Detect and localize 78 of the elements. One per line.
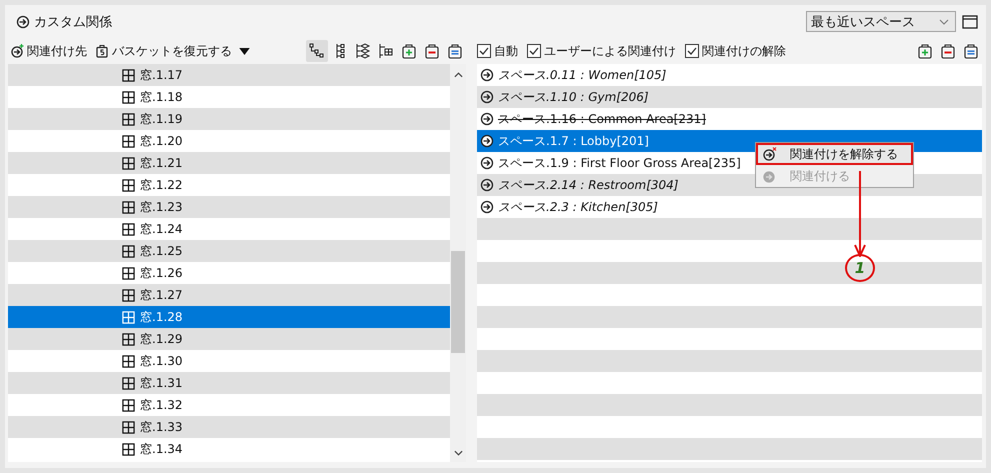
window-icon — [122, 244, 135, 258]
window-row[interactable]: 窓.1.34 — [8, 438, 450, 460]
restore-basket-button[interactable]: バスケットを復元する — [93, 42, 252, 60]
basket-restore-icon — [95, 44, 109, 58]
window-row[interactable]: 窓.1.17 — [8, 64, 450, 86]
basket-icon — [401, 43, 417, 59]
basket-icon — [917, 43, 933, 59]
window-icon — [122, 134, 135, 148]
link-icon — [480, 112, 494, 126]
checkmark-icon — [528, 45, 540, 57]
window-icon — [122, 354, 135, 368]
window-row[interactable]: 窓.1.18 — [8, 86, 450, 108]
checkbox[interactable] — [477, 44, 491, 58]
link-icon — [480, 178, 494, 192]
window-icon — [122, 332, 135, 346]
basket-icon — [963, 43, 979, 59]
link-icon — [480, 134, 494, 148]
window-icon — [122, 266, 135, 280]
window-icon — [122, 90, 135, 104]
filter-checkbox[interactable]: 関連付けの解除 — [685, 42, 786, 60]
window-row[interactable]: 窓.1.31 — [8, 372, 450, 394]
window-icon — [122, 420, 135, 434]
window-row[interactable]: 窓.1.25 — [8, 240, 450, 262]
scroll-thumb[interactable] — [451, 251, 465, 353]
window-row[interactable]: 窓.1.28 — [8, 306, 450, 328]
associate-to-button[interactable]: 関連付け先 — [8, 42, 89, 60]
checkbox[interactable] — [527, 44, 541, 58]
window-row[interactable]: 窓.1.19 — [8, 108, 450, 130]
scroll-down-icon[interactable] — [454, 450, 462, 456]
window-icon — [122, 376, 135, 390]
window-row[interactable]: 窓.1.26 — [8, 262, 450, 284]
window-icon[interactable] — [962, 14, 978, 30]
caret-icon — [239, 48, 250, 54]
filter-checkbox[interactable]: 自動 — [477, 42, 518, 60]
link-icon — [762, 147, 778, 161]
window-icon — [122, 112, 135, 126]
window-icon — [122, 442, 135, 456]
window-icon — [122, 398, 135, 412]
scroll-up-icon[interactable] — [454, 72, 462, 78]
callout-number: 1 — [845, 254, 875, 282]
link-icon — [480, 156, 494, 170]
link-icon — [480, 90, 494, 104]
window-row[interactable]: 窓.1.30 — [8, 350, 450, 372]
link-icon — [480, 68, 494, 82]
window-icon — [122, 310, 135, 324]
window-row[interactable]: 窓.1.24 — [8, 218, 450, 240]
chevron-down-icon — [939, 18, 949, 24]
window-icon — [122, 222, 135, 236]
checkmark-icon — [686, 45, 698, 57]
window-icon — [122, 178, 135, 192]
link-icon — [480, 200, 494, 214]
link-add-icon — [10, 44, 24, 58]
filter-checkbox[interactable]: ユーザーによる関連付け — [527, 42, 676, 60]
window-row[interactable]: 窓.1.29 — [8, 328, 450, 350]
basket-icon — [940, 43, 956, 59]
window-icon — [122, 156, 135, 170]
link-icon — [16, 14, 30, 28]
window-icon — [122, 200, 135, 214]
layers-icon — [355, 43, 371, 59]
scope-dropdown[interactable]: 最も近いスペース — [806, 11, 956, 32]
window-icon — [122, 288, 135, 302]
hierarchy-icon — [378, 43, 394, 59]
checkmark-icon — [478, 45, 490, 57]
basket-icon — [447, 43, 463, 59]
window-row[interactable]: 窓.1.21 — [8, 152, 450, 174]
checkbox[interactable] — [685, 44, 699, 58]
window-row[interactable]: 窓.1.23 — [8, 196, 450, 218]
panel-title: カスタム関係 — [34, 14, 112, 30]
basket-icon — [424, 43, 440, 59]
window-row[interactable]: 窓.1.27 — [8, 284, 450, 306]
window-row[interactable]: 窓.1.22 — [8, 174, 450, 196]
tree-icon — [309, 43, 325, 59]
window-icon — [122, 68, 135, 82]
window-row[interactable]: 窓.1.33 — [8, 416, 450, 438]
window-row[interactable]: 窓.1.20 — [8, 130, 450, 152]
window-row[interactable]: 窓.1.32 — [8, 394, 450, 416]
tree-tool[interactable] — [306, 40, 328, 62]
menu-item[interactable]: 関連付けを解除する — [756, 143, 913, 165]
